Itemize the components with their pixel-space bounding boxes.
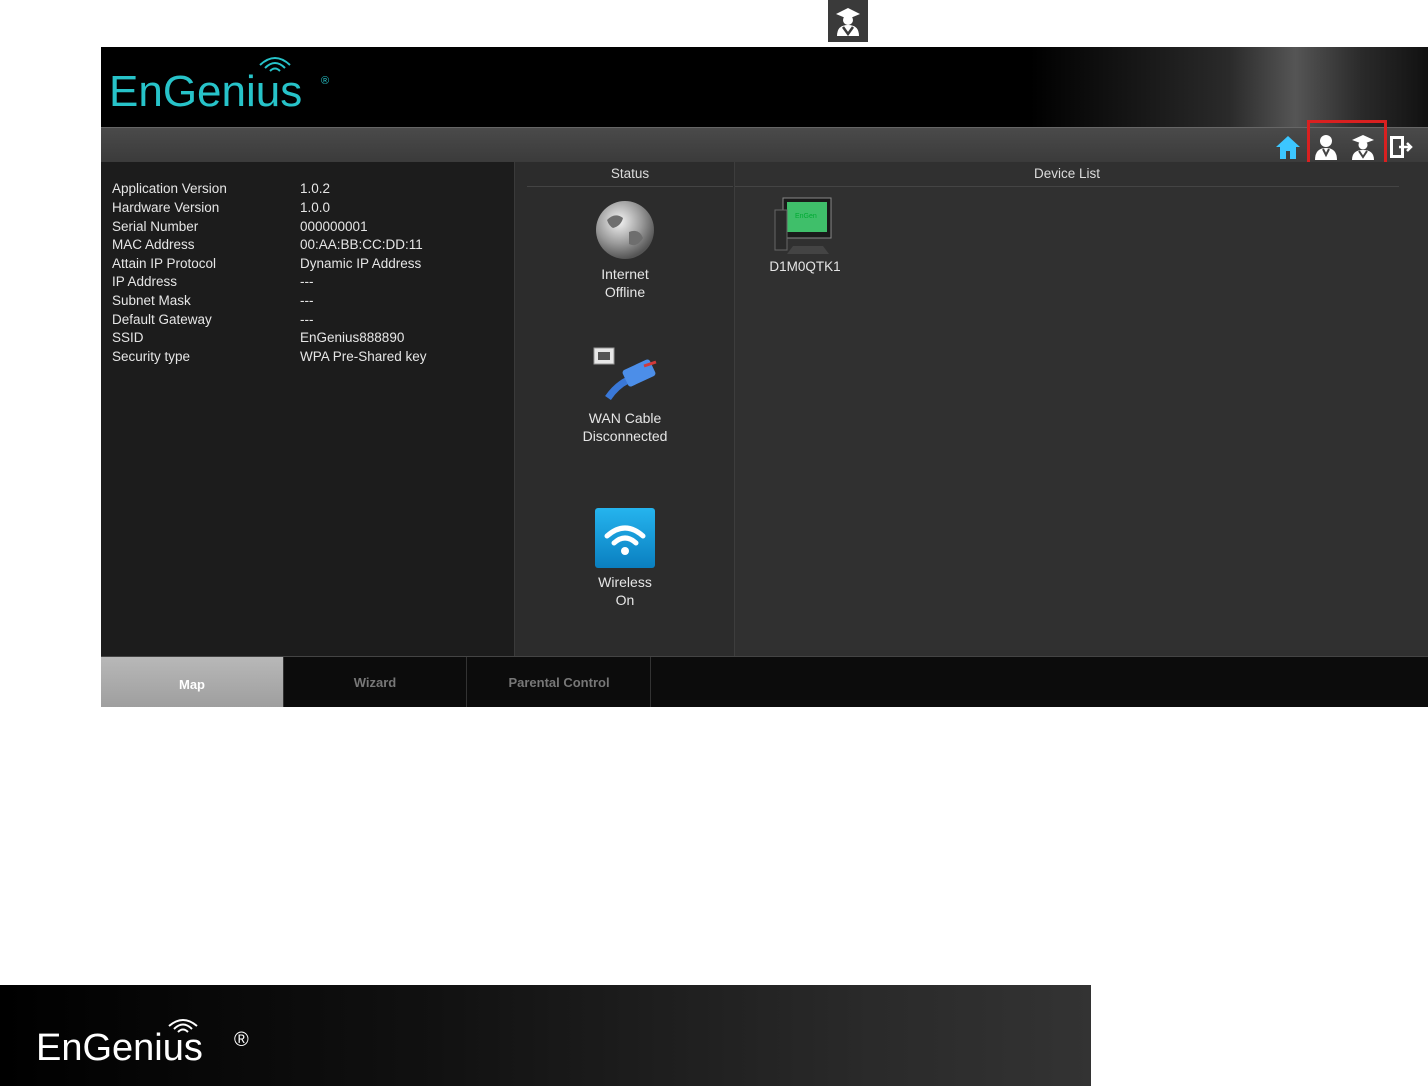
- info-value: WPA Pre-Shared key: [300, 349, 427, 364]
- status-header: Status: [527, 162, 733, 187]
- info-label: Hardware Version: [112, 200, 220, 215]
- info-label: MAC Address: [112, 237, 195, 252]
- info-value: 1.0.2: [300, 181, 331, 196]
- status-wan-line2: Disconnected: [582, 428, 668, 444]
- info-label: Serial Number: [112, 219, 199, 234]
- info-label: Application Version: [112, 181, 227, 196]
- home-icon[interactable]: [1273, 132, 1303, 162]
- router-dashboard: EnGenius ® Application Version 1.0.2 Har…: [101, 47, 1428, 707]
- logo-registered-mark: ®: [321, 75, 330, 87]
- info-value: ---: [300, 312, 314, 327]
- status-wan-cable[interactable]: WAN Cable Disconnected: [515, 346, 735, 445]
- computer-icon: EnGen: [774, 197, 832, 254]
- info-label: SSID: [112, 330, 144, 345]
- footer-logo: EnGenius ®: [36, 1019, 266, 1069]
- status-internet-line2: Offline: [604, 284, 646, 300]
- admin-user-icon: [828, 0, 868, 42]
- tab-map[interactable]: Map: [101, 657, 284, 707]
- app-header: EnGenius ®: [101, 47, 1428, 127]
- footer-banner: EnGenius ®: [0, 985, 1091, 1086]
- globe-icon: [596, 201, 654, 259]
- device-item[interactable]: EnGen D1M0QTK1: [765, 196, 845, 274]
- ethernet-cable-icon: [593, 347, 657, 401]
- info-value: 1.0.0: [300, 200, 331, 215]
- footer-logo-registered-mark: ®: [234, 1029, 249, 1051]
- status-internet-line1: Internet: [601, 266, 649, 282]
- engenius-logo: EnGenius ®: [109, 53, 339, 123]
- toolbar: [101, 127, 1428, 163]
- logo-text: EnGenius: [109, 67, 303, 116]
- info-value: 00:AA:BB:CC:DD:11: [300, 237, 423, 252]
- info-value: EnGenius888890: [300, 330, 405, 345]
- device-list-header: Device List: [735, 162, 1399, 187]
- logout-icon[interactable]: [1386, 132, 1416, 162]
- footer-logo-text: EnGenius: [36, 1027, 203, 1069]
- info-label: IP Address: [112, 274, 178, 289]
- info-label: Attain IP Protocol: [112, 256, 217, 271]
- info-label: Security type: [112, 349, 191, 364]
- info-value: ---: [300, 274, 314, 289]
- tab-parental-control[interactable]: Parental Control: [468, 657, 651, 707]
- svg-text:EnGen: EnGen: [795, 213, 817, 220]
- info-value: Dynamic IP Address: [300, 256, 422, 271]
- info-value: 000000001: [300, 219, 368, 234]
- device-name: D1M0QTK1: [769, 259, 841, 274]
- info-label: Subnet Mask: [112, 293, 191, 308]
- device-info-panel: Application Version 1.0.2 Hardware Versi…: [101, 162, 514, 656]
- status-panel: Status Internet Offline WAN Cable Discon…: [514, 162, 735, 656]
- status-wireless-line2: On: [615, 592, 635, 608]
- info-label: Default Gateway: [112, 312, 212, 327]
- wireless-icon: [595, 508, 655, 568]
- info-value: ---: [300, 293, 314, 308]
- bottom-tab-bar: Map Wizard Parental Control: [101, 656, 1428, 707]
- status-wireless[interactable]: Wireless On: [515, 506, 735, 609]
- device-list-panel: Device List EnGen D1M0QTK1: [734, 162, 1428, 656]
- status-internet[interactable]: Internet Offline: [515, 198, 735, 301]
- tab-wizard[interactable]: Wizard: [284, 657, 467, 707]
- status-wan-line1: WAN Cable: [588, 410, 662, 426]
- status-wireless-line1: Wireless: [598, 574, 652, 590]
